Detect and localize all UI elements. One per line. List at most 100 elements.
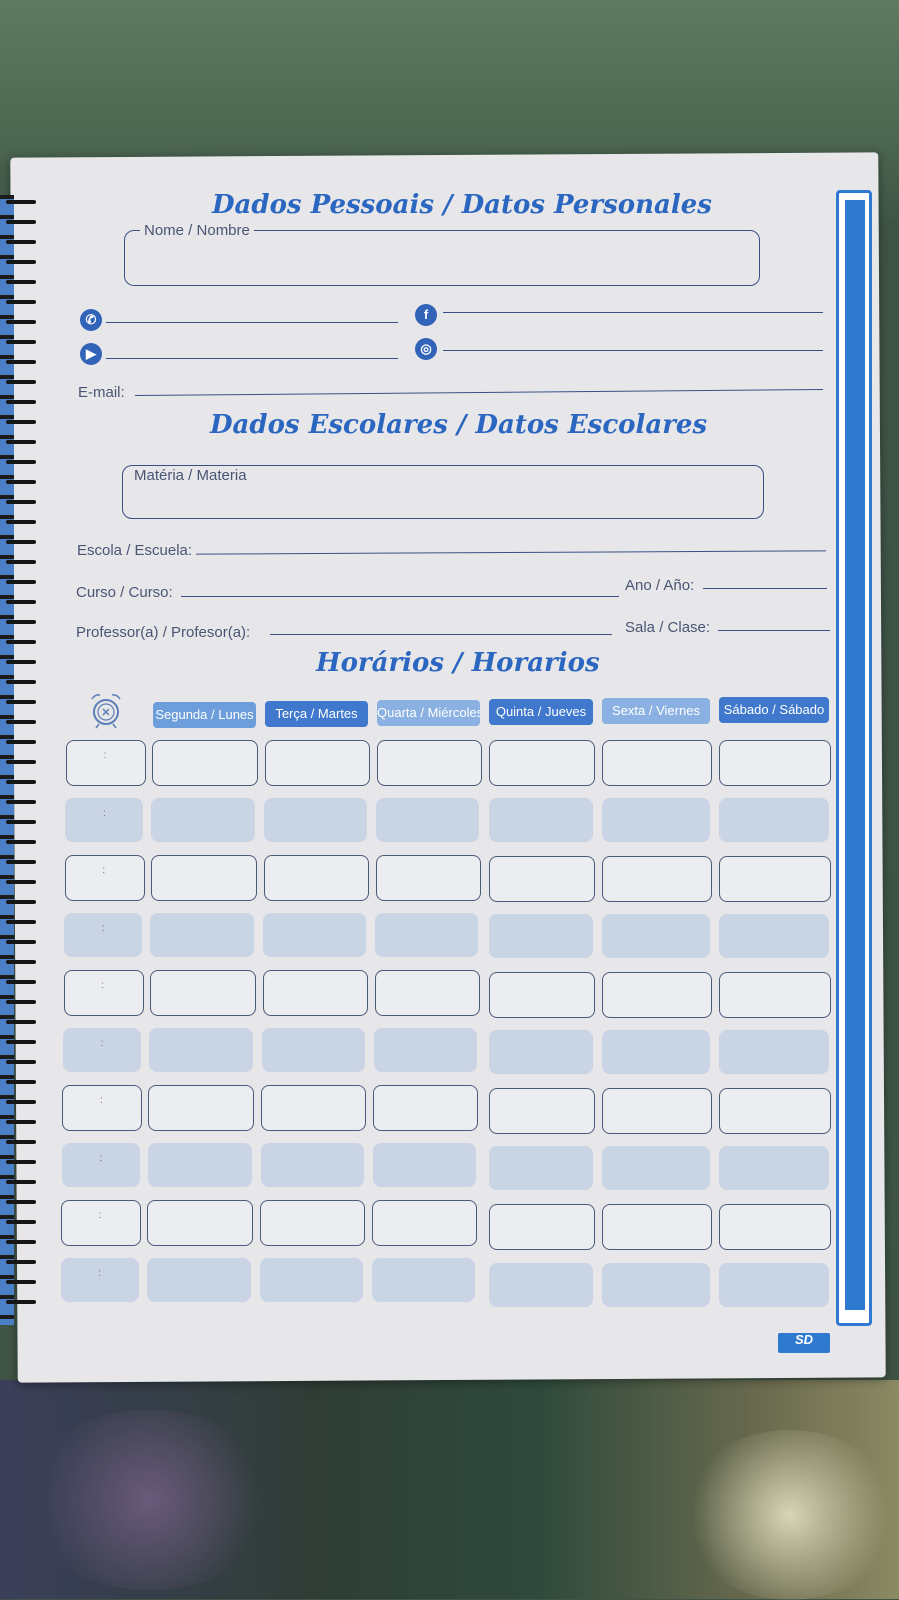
day-header: Terça / Martes (265, 701, 368, 727)
schedule-cell[interactable] (375, 855, 481, 901)
schedule-cell[interactable] (263, 912, 367, 957)
schedule-cell[interactable] (602, 1146, 710, 1191)
spiral-coil (6, 1040, 36, 1044)
schedule-cell[interactable] (602, 1088, 712, 1135)
schedule-cell[interactable] (376, 797, 480, 842)
schedule-cell[interactable] (371, 1257, 475, 1302)
schedule-cell[interactable] (602, 856, 712, 903)
schedule-cell[interactable] (719, 1204, 831, 1251)
schedule-cell[interactable] (374, 1027, 477, 1072)
schedule-cell[interactable] (263, 855, 369, 901)
instagram-line[interactable] (443, 350, 823, 351)
schedule-cell[interactable] (146, 1257, 251, 1302)
spiral-coil (6, 820, 36, 824)
schedule-cell[interactable] (719, 914, 829, 959)
schedule-cell[interactable] (152, 740, 258, 786)
schedule-cell[interactable] (147, 1200, 254, 1246)
schedule-cell[interactable] (373, 1085, 479, 1131)
whatsapp-line[interactable] (106, 322, 398, 323)
schedule-cell[interactable] (719, 856, 831, 903)
time-separator: : (100, 1095, 103, 1106)
schedule-cell[interactable] (489, 1146, 593, 1191)
schedule-cell[interactable] (377, 740, 482, 786)
facebook-line[interactable] (443, 312, 823, 313)
schedule-cell[interactable] (489, 798, 593, 843)
schedule-cell[interactable] (602, 914, 710, 959)
schedule-cell[interactable] (374, 970, 480, 1016)
teacher-line[interactable] (270, 634, 612, 635)
schedule-cell[interactable] (372, 1142, 476, 1187)
time-separator: : (103, 807, 106, 819)
time-separator: : (100, 1037, 104, 1049)
day-header: Quarta / Miércoles (377, 700, 480, 726)
time-slot-cell[interactable] (61, 1142, 140, 1187)
schedule-cell[interactable] (489, 972, 595, 1019)
schedule-cell[interactable] (719, 1030, 829, 1075)
time-slot-cell[interactable] (65, 797, 144, 842)
time-slot-cell[interactable] (63, 970, 144, 1016)
schedule-cell[interactable] (602, 972, 712, 1019)
time-slot-cell[interactable] (63, 1027, 141, 1072)
time-separator: : (99, 1152, 103, 1164)
time-slot-cell[interactable] (66, 740, 146, 786)
schedule-cell[interactable] (151, 797, 256, 842)
schedule-cell[interactable] (262, 970, 368, 1016)
spiral-coil (6, 780, 36, 784)
schedule-cell[interactable] (148, 1085, 255, 1131)
schedule-cell[interactable] (150, 855, 257, 901)
schedule-cell[interactable] (602, 1030, 710, 1075)
schedule-cell[interactable] (719, 1088, 831, 1135)
schedule-cell[interactable] (264, 797, 368, 842)
youtube-line[interactable] (106, 358, 398, 359)
spiral-coil (6, 200, 36, 204)
schedule-cell[interactable] (147, 1142, 252, 1187)
schedule-cell[interactable] (260, 1142, 364, 1187)
schedule-cell[interactable] (259, 1257, 363, 1302)
schedule-cell[interactable] (261, 1085, 367, 1131)
schedule-cell[interactable] (602, 740, 712, 786)
time-separator: : (101, 980, 104, 991)
schedule-cell[interactable] (372, 1200, 478, 1246)
email-label: E-mail: (78, 384, 125, 401)
spiral-coil (6, 640, 36, 644)
year-line[interactable] (703, 588, 827, 589)
time-slot-cell[interactable] (64, 912, 143, 957)
schedule-cell[interactable] (719, 972, 831, 1019)
brand-logo-sub: SÃO DOMINGOS (780, 1347, 828, 1353)
time-slot-cell[interactable] (60, 1257, 139, 1302)
spiral-coil (6, 220, 36, 224)
whatsapp-icon: ✆ (80, 309, 102, 331)
schedule-cell[interactable] (719, 798, 829, 843)
time-slot-cell[interactable] (64, 855, 145, 901)
time-slot-cell[interactable] (62, 1085, 143, 1131)
schedule-cell[interactable] (149, 1027, 253, 1072)
schedule-cell[interactable] (262, 1027, 365, 1072)
schedule-cell[interactable] (375, 912, 479, 957)
time-slot-cell[interactable] (61, 1200, 142, 1246)
schedule-cell[interactable] (602, 1262, 710, 1307)
schedule-cell[interactable] (149, 970, 256, 1016)
schedule-cell[interactable] (489, 1088, 595, 1135)
schedule-cell[interactable] (260, 1200, 366, 1246)
schedule-section-title: Horários / Horarios (316, 648, 600, 678)
schedule-cell[interactable] (489, 1204, 595, 1251)
room-label: Sala / Clase: (625, 619, 711, 636)
schedule-cell[interactable] (265, 740, 370, 786)
schedule-cell[interactable] (150, 912, 255, 957)
schedule-cell[interactable] (719, 740, 831, 786)
schedule-cell[interactable] (489, 856, 595, 903)
spiral-coil (6, 380, 36, 384)
day-header: Segunda / Lunes (153, 702, 256, 728)
schedule-cell[interactable] (719, 1262, 829, 1307)
schedule-cell[interactable] (602, 1204, 712, 1251)
spiral-coil (6, 740, 36, 744)
room-line[interactable] (718, 630, 830, 631)
schedule-cell[interactable] (489, 1030, 593, 1075)
schedule-cell[interactable] (489, 914, 593, 959)
course-line[interactable] (181, 596, 619, 597)
schedule-cell[interactable] (489, 1262, 593, 1307)
schedule-cell[interactable] (602, 798, 710, 843)
schedule-cell[interactable] (719, 1146, 829, 1191)
spiral-coil (6, 600, 36, 604)
schedule-cell[interactable] (489, 740, 595, 786)
